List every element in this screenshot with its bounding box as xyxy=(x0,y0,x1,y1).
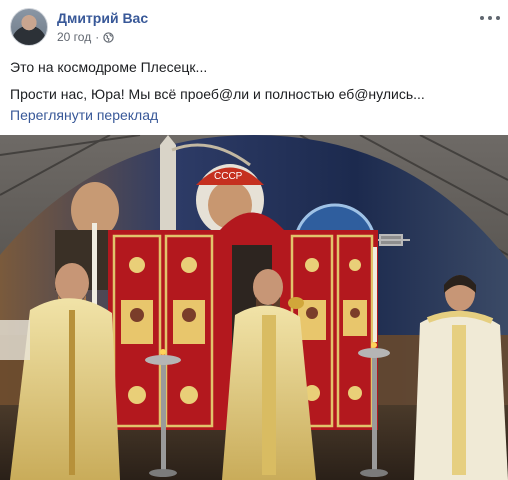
post-photo[interactable]: CCCP xyxy=(0,135,508,480)
author-name[interactable]: Дмитрий Вас xyxy=(57,10,148,26)
globe-icon[interactable] xyxy=(103,31,114,43)
meta-separator: · xyxy=(95,30,100,44)
post-line-2: Прости нас, Юра! Мы всё проеб@ли и полно… xyxy=(10,86,425,102)
post-timestamp[interactable]: 20 год xyxy=(57,30,91,44)
see-translation-link[interactable]: Переглянути переклад xyxy=(10,107,158,123)
post-text: Это на космодроме Плесецк... Прости нас,… xyxy=(10,58,500,112)
mural-badge: CCCP xyxy=(214,171,243,182)
post-header: Дмитрий Вас 20 год · xyxy=(10,8,500,48)
author-avatar[interactable] xyxy=(10,8,48,46)
more-dots-icon[interactable] xyxy=(480,10,500,26)
facebook-post: Дмитрий Вас 20 год · Это на космодроме П… xyxy=(0,0,508,480)
post-meta: 20 год · xyxy=(57,30,114,44)
post-line-1: Это на космодроме Плесецк... xyxy=(10,59,208,75)
